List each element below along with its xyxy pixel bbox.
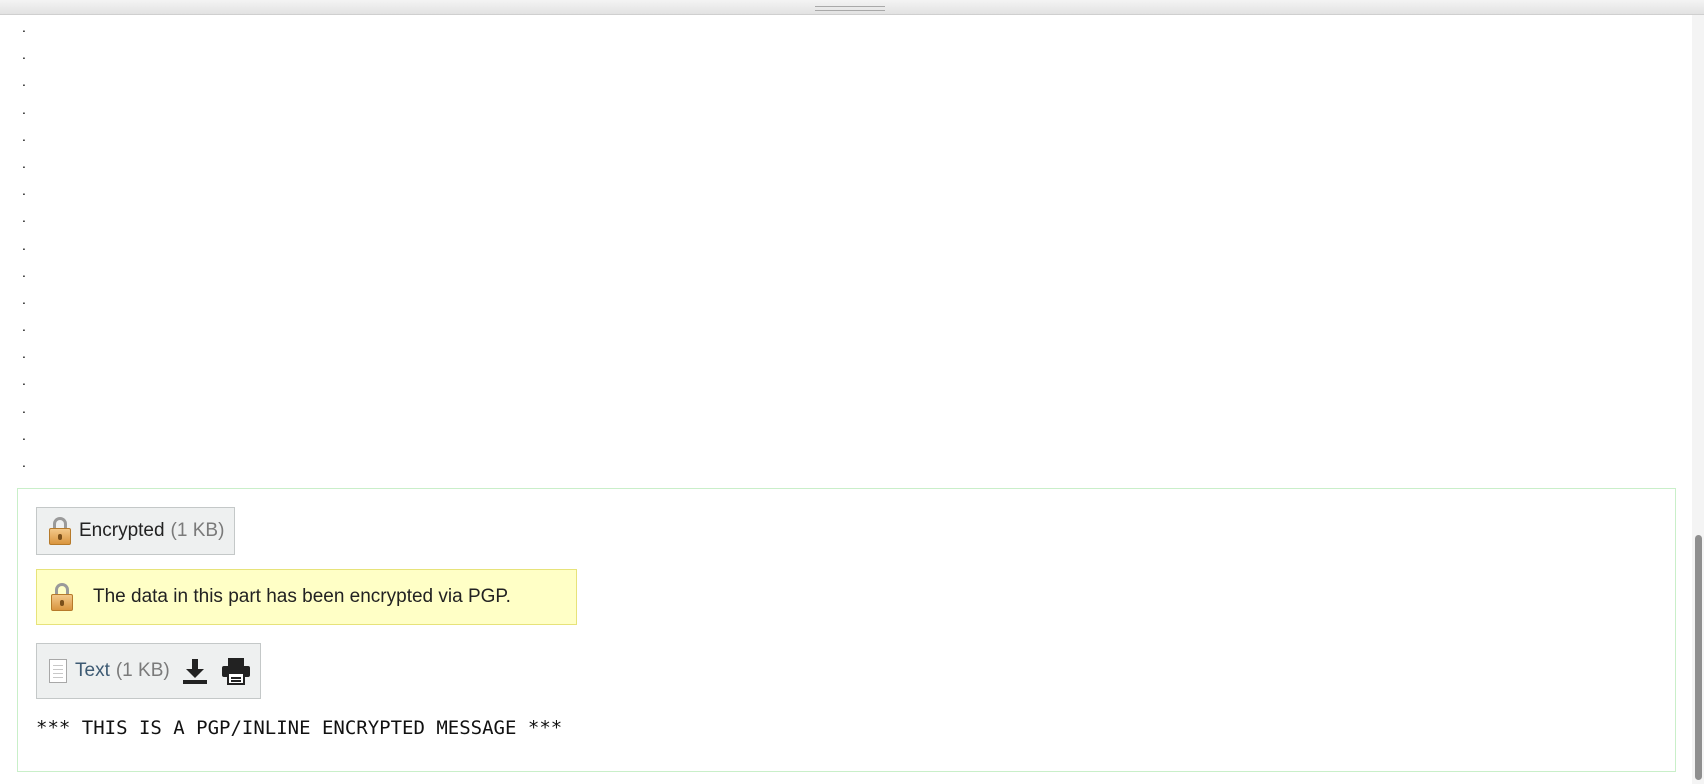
message-body-text: *** THIS IS A PGP/INLINE ENCRYPTED MESSA… [36,717,563,739]
encrypted-attachment-label: Encrypted [79,520,165,541]
lock-icon [51,583,73,611]
dot-line: . [22,290,26,307]
dot-line: . [22,236,26,253]
dot-line: . [22,318,26,335]
splitter-grip[interactable] [815,6,885,11]
scrollbar-thumb[interactable] [1695,535,1702,780]
dot-line: . [22,399,26,416]
dot-line: . [22,182,26,199]
encrypted-message-part: Encrypted (1 KB) The data in this part h… [17,488,1676,772]
dot-line: . [22,100,26,117]
download-icon[interactable] [180,656,210,686]
dot-line: . [22,209,26,226]
dot-line: . [22,154,26,171]
text-attachment-link[interactable]: Text [75,660,110,682]
text-document-icon [49,659,67,683]
dot-line: . [22,19,26,35]
encrypted-attachment-size: (1 KB) [170,520,225,541]
vertical-scrollbar[interactable] [1692,15,1704,784]
pane-splitter[interactable] [0,0,1704,15]
dot-line: . [22,345,26,362]
encryption-notice: The data in this part has been encrypted… [36,569,577,625]
encrypted-attachment-chip[interactable]: Encrypted (1 KB) [36,507,236,555]
dot-line: . [22,73,26,90]
dot-line: . [22,127,26,144]
dot-line: . [22,46,26,63]
lock-icon [49,517,71,545]
dot-line: . [22,426,26,443]
dot-line: . [22,454,26,470]
print-icon[interactable] [220,656,250,686]
dot-line: . [22,263,26,280]
dot-line: . [22,372,26,389]
text-attachment-chip: Text (1 KB) [36,643,261,699]
text-attachment-size: (1 KB) [115,660,170,681]
encryption-notice-text: The data in this part has been encrypted… [93,586,511,607]
quoted-dot-lines: . . . . . . . . . . . . . . . . . [22,19,26,484]
